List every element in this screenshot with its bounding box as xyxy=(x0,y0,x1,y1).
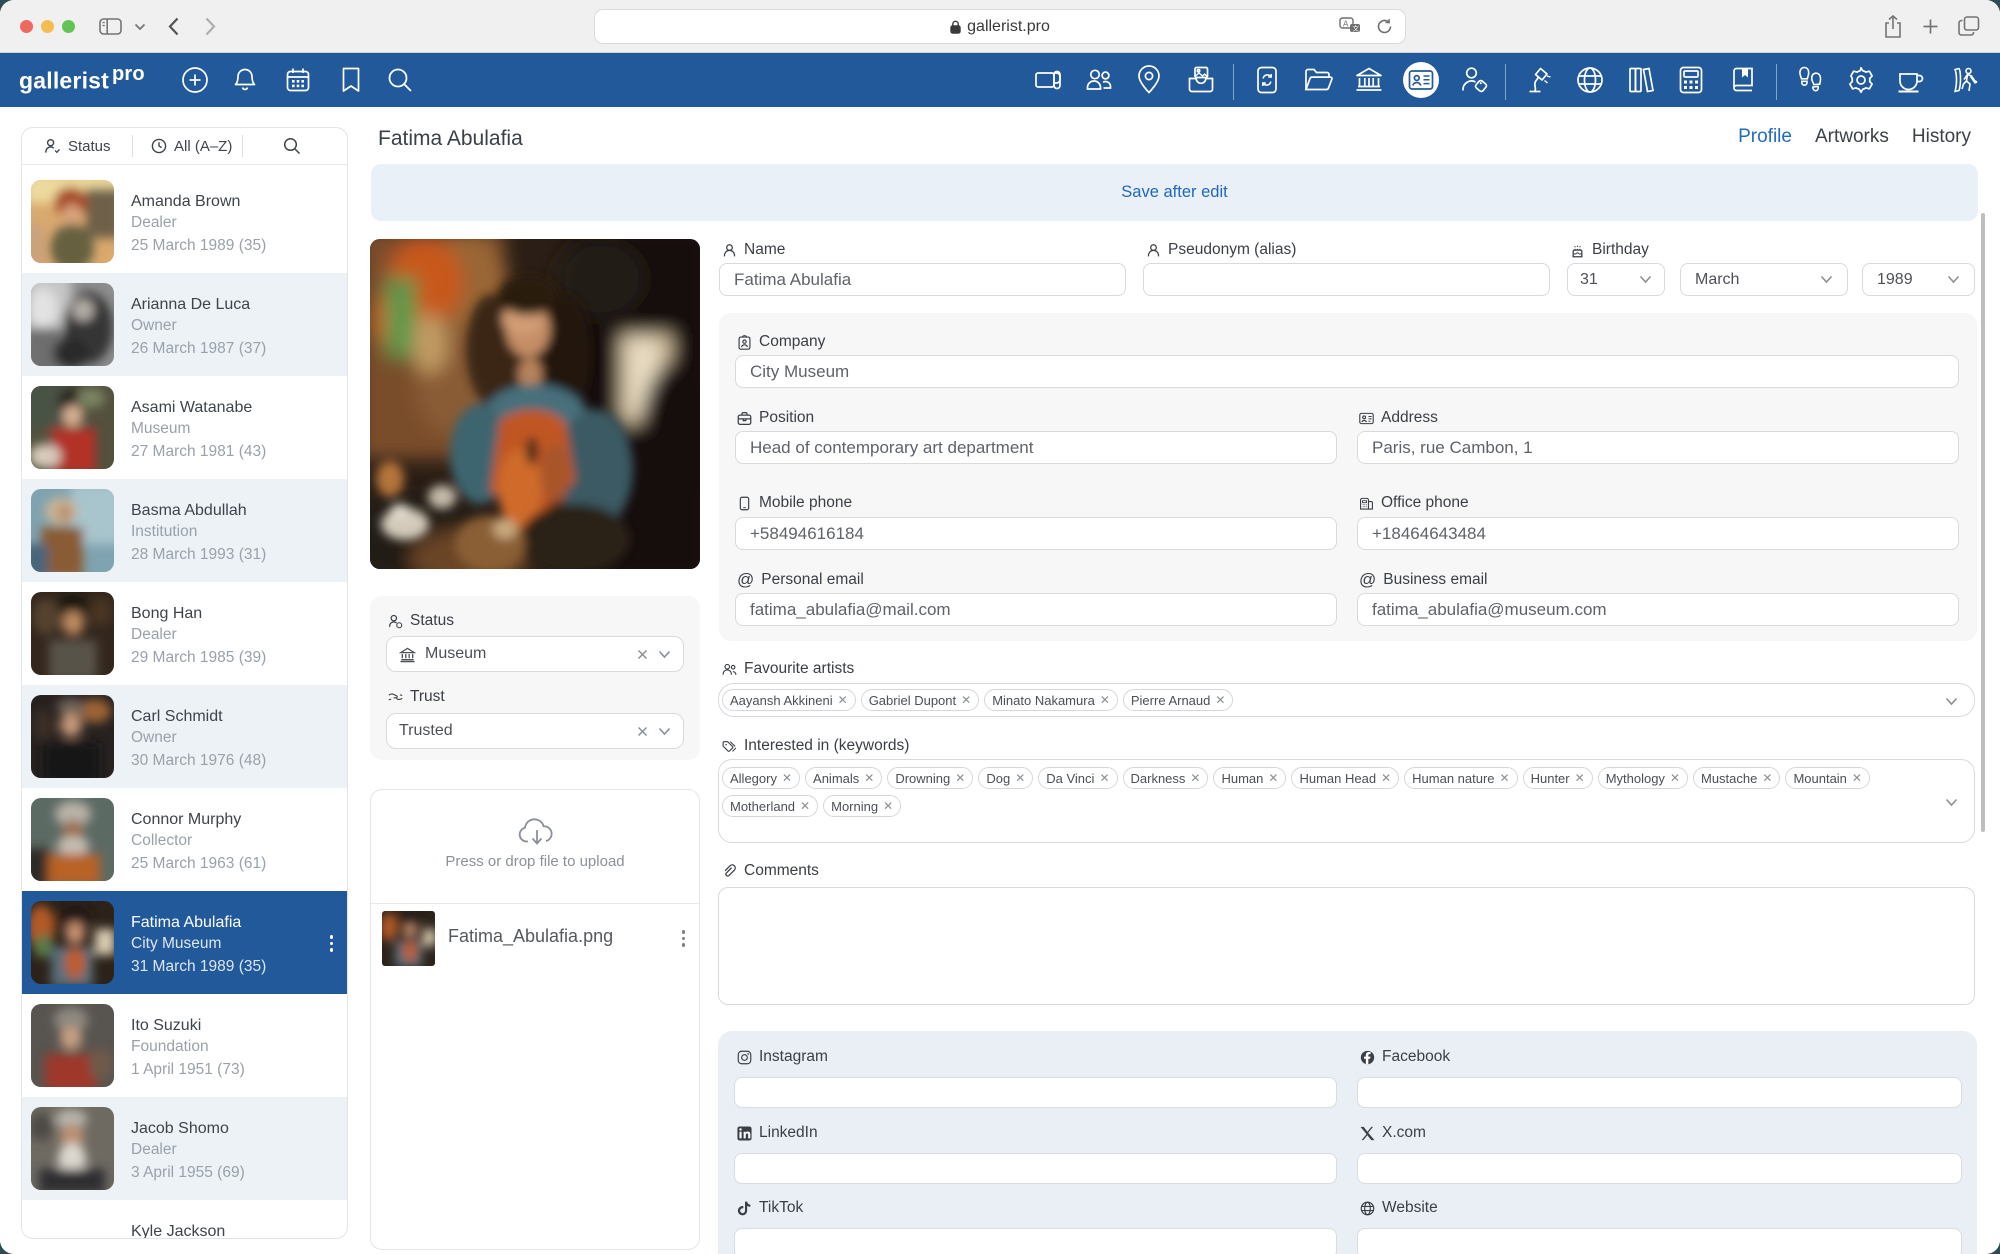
svg-text:A: A xyxy=(1343,20,1349,29)
svg-text:文: 文 xyxy=(1353,24,1360,33)
